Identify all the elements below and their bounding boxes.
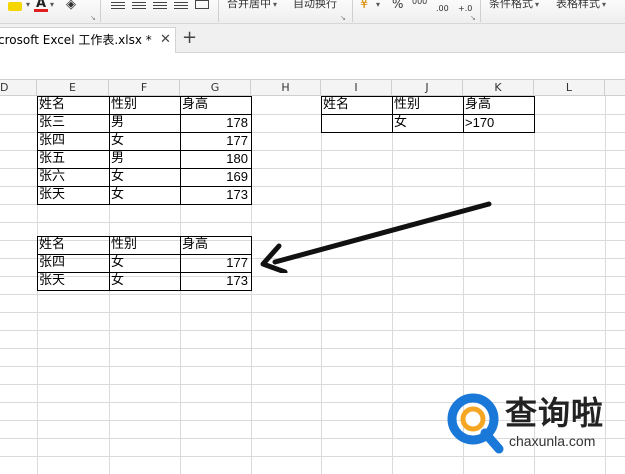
document-tab-title: crosoft Excel 工作表.xlsx * <box>0 33 152 47</box>
source-header-gender[interactable]: 性别 <box>109 96 180 114</box>
table-cell[interactable]: 张四 <box>37 132 109 150</box>
table-cell[interactable]: 女 <box>109 132 180 150</box>
column-header-f[interactable]: F <box>109 80 180 96</box>
column-header-i[interactable]: I <box>321 80 392 96</box>
annotation-arrow <box>260 201 492 273</box>
table-cell[interactable]: 张天 <box>37 272 109 290</box>
increase-decimal-button[interactable]: .00 <box>436 1 449 23</box>
table-cell[interactable]: 张三 <box>37 114 109 132</box>
align-left-icon[interactable] <box>111 0 125 10</box>
currency-icon[interactable]: ¥ <box>360 0 368 12</box>
align-center-icon[interactable] <box>132 0 146 10</box>
table-cell[interactable]: 169 <box>180 168 251 186</box>
column-header-e[interactable]: E <box>37 80 109 96</box>
table-cell[interactable]: 张五 <box>37 150 109 168</box>
document-tab-bar: crosoft Excel 工作表.xlsx * ✕ + <box>0 24 625 53</box>
column-header-g[interactable]: G <box>180 80 251 96</box>
table-cell[interactable]: 女 <box>109 254 180 272</box>
criteria-height-value[interactable]: >170 <box>463 114 534 132</box>
table-cell[interactable]: 177 <box>180 132 251 150</box>
table-cell[interactable]: 男 <box>109 150 180 168</box>
table-style-button[interactable]: 表格样式 ▾ <box>556 0 606 18</box>
table-cell[interactable]: 173 <box>180 272 251 290</box>
column-header-k[interactable]: K <box>463 80 534 96</box>
source-header-height[interactable]: 身高 <box>180 96 251 114</box>
column-header-l[interactable]: L <box>534 80 605 96</box>
number-settings-corner-icon[interactable]: ↘ <box>470 14 476 22</box>
highlight-icon <box>8 2 22 11</box>
table-cell[interactable]: 177 <box>180 254 251 272</box>
percent-button[interactable]: % <box>392 0 403 18</box>
table-cell[interactable]: 男 <box>109 114 180 132</box>
result-header-gender[interactable]: 性别 <box>109 236 180 254</box>
new-tab-icon[interactable]: + <box>182 26 197 50</box>
eraser-icon[interactable]: ◈ <box>66 0 76 12</box>
table-cell[interactable]: 张天 <box>37 186 109 204</box>
ribbon-toolbar: ▾ A ▾ ◈ ↘ 合并居中 ▾ 自动换行 ↘ ¥ ▾ % 000 .00 +.0… <box>0 0 625 24</box>
document-tab[interactable]: crosoft Excel 工作表.xlsx * ✕ <box>0 27 176 53</box>
magnifier-logo-icon <box>447 393 504 454</box>
criteria-header-height[interactable]: 身高 <box>463 96 534 114</box>
watermark-text: 查询啦 <box>505 394 605 432</box>
table-cell[interactable]: 张四 <box>37 254 109 272</box>
watermark: 查询啦 chaxunla.com <box>445 385 625 474</box>
merge-center-button[interactable]: 合并居中 ▾ <box>227 0 277 18</box>
table-cell[interactable]: 张六 <box>37 168 109 186</box>
table-cell[interactable]: 178 <box>180 114 251 132</box>
column-header-h[interactable]: H <box>251 80 321 96</box>
alignment-settings-corner-icon[interactable]: ↘ <box>340 14 346 22</box>
criteria-header-name[interactable]: 姓名 <box>321 96 392 114</box>
wrap-text-button[interactable]: 自动换行 <box>293 0 337 18</box>
thousands-separator-button[interactable]: 000 <box>412 0 427 16</box>
conditional-format-button[interactable]: 条件格式 ▾ <box>489 0 539 18</box>
criteria-name-value[interactable] <box>321 114 392 132</box>
align-right-icon[interactable] <box>153 0 167 10</box>
criteria-gender-value[interactable]: 女 <box>392 114 463 132</box>
distributed-align-icon[interactable] <box>195 0 209 9</box>
result-header-name[interactable]: 姓名 <box>37 236 109 254</box>
source-header-name[interactable]: 姓名 <box>37 96 109 114</box>
column-header-j[interactable]: J <box>392 80 463 96</box>
column-header-d[interactable]: D <box>0 80 37 96</box>
close-tab-icon[interactable]: ✕ <box>160 28 171 52</box>
criteria-header-gender[interactable]: 性别 <box>392 96 463 114</box>
align-justify-icon[interactable] <box>174 0 188 10</box>
table-cell[interactable]: 173 <box>180 186 251 204</box>
column-header-bar: D E F G H I J K L <box>0 79 625 96</box>
font-settings-corner-icon[interactable]: ↘ <box>90 14 96 22</box>
table-cell[interactable]: 180 <box>180 150 251 168</box>
table-cell[interactable]: 女 <box>109 186 180 204</box>
watermark-url: chaxunla.com <box>509 433 596 449</box>
table-cell[interactable]: 女 <box>109 272 180 290</box>
result-header-height[interactable]: 身高 <box>180 236 251 254</box>
table-cell[interactable]: 女 <box>109 168 180 186</box>
